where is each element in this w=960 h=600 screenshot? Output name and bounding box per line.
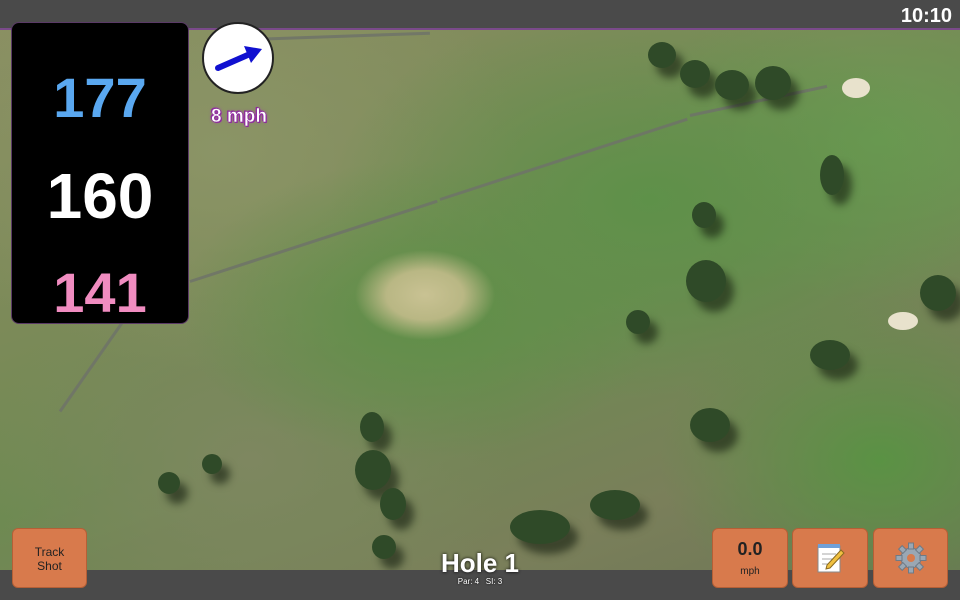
wind-indicator: [202, 22, 274, 94]
track-shot-label-line1: Track: [34, 545, 65, 559]
tree: [810, 340, 850, 370]
cart-path: [189, 199, 438, 283]
sand-bunker: [842, 78, 870, 98]
tree: [355, 450, 391, 490]
distance-panel: 177 160 141: [11, 22, 189, 324]
gear-icon: [895, 542, 926, 574]
tree: [158, 472, 180, 494]
tree: [360, 412, 384, 442]
tree: [626, 310, 650, 334]
settings-button[interactable]: [873, 528, 948, 588]
hole-par: Par: 4: [457, 577, 480, 586]
sand-bunker: [888, 312, 918, 330]
tree: [820, 155, 844, 195]
speed-button[interactable]: 0.0 mph: [712, 528, 788, 588]
hole-title: Hole 1: [440, 548, 520, 578]
cart-path: [249, 31, 430, 41]
tree: [692, 202, 716, 228]
wind-arrow-icon: [215, 46, 262, 71]
tree: [755, 66, 791, 100]
tree: [686, 260, 726, 302]
middle-distance: 160: [46, 160, 154, 232]
speed-value: 0.0: [737, 539, 763, 559]
clock: 10:10: [900, 5, 952, 27]
hole-stroke-index: SI: 3: [485, 577, 503, 586]
tree: [380, 488, 406, 520]
tree: [648, 42, 676, 68]
wind-speed: 8 mph: [211, 106, 267, 128]
track-shot-label-line2: Shot: [37, 559, 62, 573]
tree: [510, 510, 570, 544]
tree: [590, 490, 640, 520]
back-distance: 177: [53, 66, 147, 129]
tree: [202, 454, 222, 474]
speed-unit: mph: [740, 566, 760, 577]
track-shot-button[interactable]: Track Shot: [12, 528, 87, 588]
cart-path: [439, 117, 688, 201]
tree: [715, 70, 749, 100]
notes-button[interactable]: [792, 528, 868, 588]
notepad-icon: [817, 544, 845, 573]
hole-info: Par: 4 SI: 3: [380, 577, 580, 586]
tree: [690, 408, 730, 442]
tree: [680, 60, 710, 88]
tree: [920, 275, 956, 311]
front-distance: 141: [53, 261, 147, 324]
